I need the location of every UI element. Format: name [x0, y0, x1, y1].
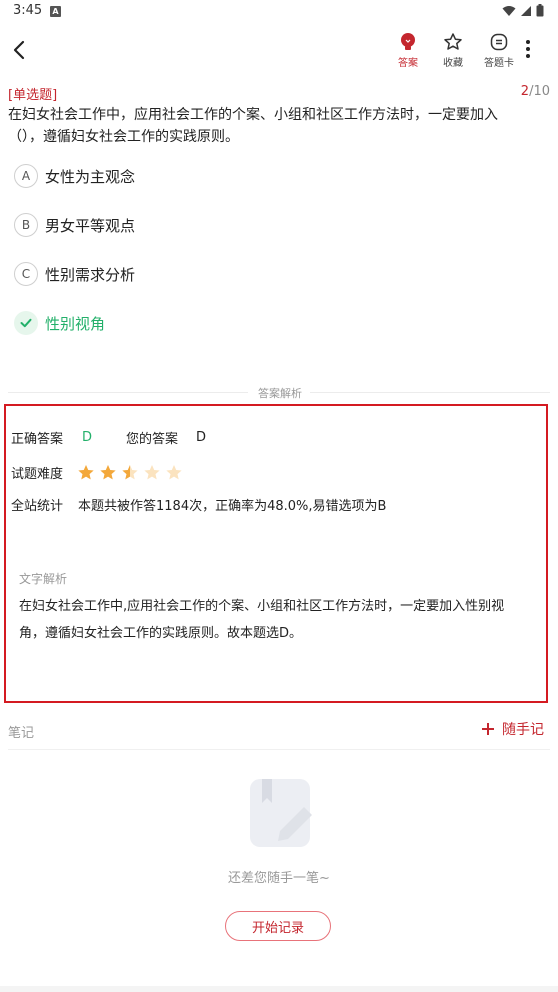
your-answer-value: D: [196, 430, 207, 445]
option-c[interactable]: C 性别需求分析: [14, 262, 135, 286]
question-text: 在妇女社会工作中，应用社会工作的个案、小组和社区工作方法时，一定要加入（），遵循…: [8, 107, 498, 145]
option-c-text: 性别需求分析: [45, 265, 136, 284]
empty-notebook-icon: [246, 775, 320, 855]
divider-left: [8, 392, 248, 393]
option-a[interactable]: A 女性为主观念: [14, 164, 135, 188]
difficulty-label: 试题难度: [11, 467, 64, 482]
answer-button[interactable]: 答案: [398, 32, 418, 69]
app-notification-icon: A: [50, 6, 61, 17]
star-full-icon: [78, 465, 94, 480]
plus-icon: [482, 723, 494, 735]
your-answer-label: 您的答案: [126, 432, 179, 447]
question-current: 2: [520, 84, 530, 99]
favorite-button[interactable]: 收藏: [443, 32, 463, 69]
notes-divider: [8, 749, 550, 750]
signal-icon: [521, 5, 531, 16]
option-b-text: 男女平等观点: [45, 216, 136, 235]
difficulty-stars: [77, 464, 183, 481]
add-note-label: 随手记: [502, 722, 544, 738]
option-a-letter: A: [14, 164, 38, 188]
add-note-button[interactable]: 随手记: [481, 719, 544, 739]
answer-card-icon: [490, 33, 508, 51]
stats-text: 本题共被作答1184次，正确率为48.0%,易错选项为B: [78, 499, 387, 514]
back-arrow-icon: [13, 40, 25, 60]
battery-icon: [536, 4, 544, 17]
option-c-letter: C: [14, 262, 38, 286]
correct-answer-value: D: [82, 430, 93, 445]
bulb-icon: [401, 33, 415, 50]
text-analysis-label: 文字解析: [19, 572, 68, 586]
analysis-divider-label: 答案解析: [252, 385, 308, 401]
empty-notes-text: 还差您随手一笔~: [228, 871, 330, 886]
check-icon: [14, 311, 38, 335]
stats-label: 全站统计: [11, 499, 64, 514]
more-vertical-icon: [526, 40, 530, 58]
stats-row: 全站统计 本题共被作答1184次，正确率为48.0%,易错选项为B: [11, 495, 386, 514]
star-empty-icon: [166, 465, 182, 480]
favorite-button-label: 收藏: [443, 58, 463, 69]
star-full-icon: [100, 465, 116, 480]
answer-card-button[interactable]: 答题卡: [484, 32, 514, 69]
notes-title: 笔记: [8, 726, 35, 741]
question-total: /10: [529, 84, 550, 99]
option-b-letter: B: [14, 213, 38, 237]
answer-card-button-label: 答题卡: [484, 58, 514, 69]
status-icons: [502, 4, 544, 17]
more-menu-button[interactable]: [524, 38, 532, 64]
difficulty-row: 试题难度: [11, 463, 183, 482]
system-nav-bar: [0, 986, 558, 992]
star-empty-icon: [144, 465, 160, 480]
highlight-box: [4, 404, 548, 703]
star-half-icon: [122, 465, 138, 480]
text-analysis: 在妇女社会工作中,应用社会工作的个案、小组和社区工作方法时，一定要加入性别视角，…: [19, 599, 505, 641]
option-d-text: 性别视角: [45, 314, 106, 333]
question-type: [单选题]: [8, 88, 58, 103]
start-record-button[interactable]: 开始记录: [225, 911, 331, 941]
answer-row: 正确答案 D 您的答案 D: [11, 428, 206, 447]
status-time: 3:45: [13, 3, 43, 18]
option-a-text: 女性为主观念: [45, 167, 136, 186]
back-button[interactable]: [10, 38, 30, 62]
option-b[interactable]: B 男女平等观点: [14, 213, 135, 237]
correct-answer-label: 正确答案: [11, 432, 64, 447]
divider-right: [310, 392, 550, 393]
answer-button-label: 答案: [398, 58, 418, 69]
wifi-icon: [502, 5, 516, 16]
option-d[interactable]: 性别视角: [14, 311, 105, 335]
star-outline-icon: [444, 33, 462, 50]
question-counter: 2/10: [521, 84, 550, 99]
